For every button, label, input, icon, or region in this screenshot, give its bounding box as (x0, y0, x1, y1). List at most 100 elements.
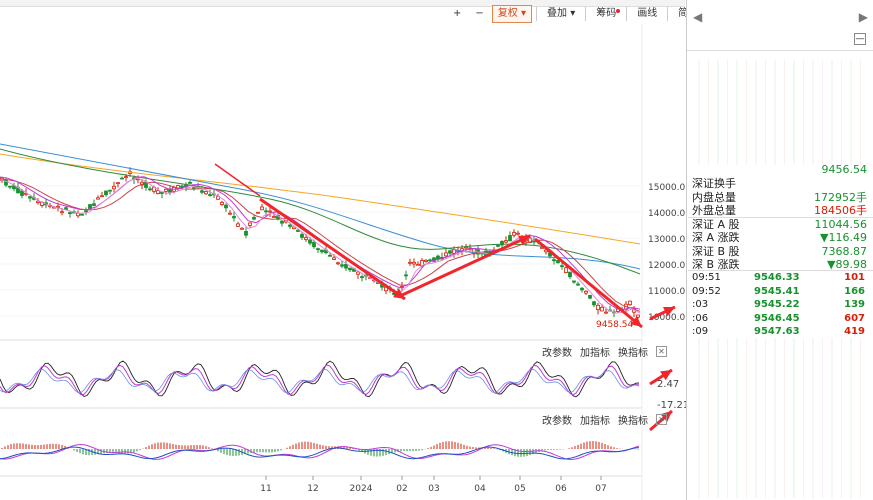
candlestick (188, 181, 192, 184)
zoom-in-button[interactable]: + (447, 5, 467, 23)
stat-label: 深 A 涨跌 (692, 231, 740, 244)
candlestick (404, 274, 408, 277)
candlestick (592, 301, 596, 306)
close-icon[interactable]: ✕ (656, 414, 667, 425)
x-axis-label: 05 (514, 484, 525, 494)
candlestick (496, 244, 500, 247)
candlestick (220, 202, 224, 205)
kline-chart-area[interactable]: 15000.0 14000.0 13000.0 12000.0 11000.0 10000… (0, 24, 689, 500)
edit-params-link[interactable]: 改参数 (542, 344, 572, 359)
candlestick (316, 248, 320, 251)
toolbar-divider (626, 7, 628, 21)
tick-price: 9546.45 (754, 312, 800, 324)
tick-price: 9545.22 (754, 299, 800, 311)
candlestick (228, 212, 232, 215)
stat-label: 深证 B 股 (692, 244, 740, 258)
candlestick (444, 252, 448, 257)
adjust-rights-button[interactable]: 复权 ▾ (491, 5, 532, 23)
x-axis-label: 07 (595, 484, 606, 494)
add-indicator-link[interactable]: 加指标 (580, 344, 610, 359)
candlestick (20, 190, 24, 196)
candlestick (604, 311, 608, 314)
close-icon[interactable]: ✕ (656, 346, 667, 357)
tick-volume: 166 (844, 285, 865, 297)
price-axis-label: 13000.0 (648, 235, 685, 245)
stat-value: 11044.56 (814, 217, 868, 231)
add-indicator-link[interactable]: 加指标 (580, 412, 610, 427)
ma-10-line (0, 176, 641, 310)
candlestick (332, 257, 336, 260)
tick-row: :09 9547.63 419 (690, 325, 871, 338)
tick-volume: 139 (844, 299, 865, 311)
indicator-value-2: -17.21 (657, 400, 690, 411)
stat-row: 深证 A 股 11044.56 (690, 218, 871, 231)
tick-volume: 101 (844, 272, 865, 283)
candlestick (288, 224, 292, 227)
indicator-panel-2-header: 改参数 加指标 换指标 ✕ (542, 412, 667, 427)
stat-row: 深证换手 (690, 177, 871, 190)
candlestick (28, 196, 32, 199)
candlestick (236, 223, 240, 227)
candlestick (240, 227, 244, 230)
candlestick (556, 260, 560, 264)
edit-params-link[interactable]: 改参数 (542, 412, 572, 427)
blurred-quote-area (690, 60, 865, 165)
candlestick (268, 210, 272, 213)
tick-price: 9545.41 (754, 285, 800, 297)
candlestick (200, 190, 204, 193)
stat-label: 深证 A 股 (692, 217, 740, 231)
toolbar-divider (536, 7, 537, 21)
candlestick (588, 294, 592, 299)
candlestick (104, 190, 108, 196)
tick-price: 9546.33 (754, 272, 800, 283)
collapse-icon[interactable]: — (854, 33, 866, 45)
stat-row: 深证 B 股 7368.87 (690, 245, 871, 258)
tick-time: 09:52 (692, 285, 721, 297)
kline-chart-svg[interactable]: 15000.014000.013000.012000.011000.010000… (0, 24, 685, 500)
annotation-arrow-down-shaft (259, 197, 406, 301)
stat-value: 184506手 (814, 204, 867, 217)
tick-row: 09:51 9546.33 101 (690, 271, 871, 284)
candlestick (320, 249, 324, 253)
candlestick (68, 212, 72, 215)
tick-volume: 419 (844, 326, 865, 338)
tick-time: :06 (692, 312, 709, 324)
chevron-left-icon[interactable]: ◀ (693, 10, 702, 24)
switch-indicator-link[interactable]: 换指标 (618, 412, 648, 427)
stat-row: 内盘总量 172952手 (690, 191, 871, 204)
tick-time: 09:51 (692, 272, 721, 283)
draw-line-button[interactable]: 画线 (631, 5, 663, 23)
candlestick (80, 213, 84, 216)
candlestick (424, 259, 428, 262)
candlestick (584, 290, 588, 294)
candlestick (312, 241, 316, 248)
candlestick (540, 247, 544, 249)
candlestick (124, 176, 128, 178)
candlestick (504, 240, 508, 243)
candlestick (416, 263, 420, 266)
kdj-j-line (0, 368, 640, 394)
divider (687, 50, 873, 51)
candlestick (112, 185, 116, 190)
candlestick (600, 306, 604, 312)
candlestick (516, 232, 520, 235)
switch-indicator-link[interactable]: 换指标 (618, 344, 648, 359)
candlestick (300, 233, 304, 238)
overlay-button[interactable]: 叠加 ▾ (541, 5, 581, 23)
x-axis-label: 03 (428, 484, 439, 494)
tick-row: :06 9546.45 607 (690, 312, 871, 325)
zoom-out-button[interactable]: − (469, 5, 489, 23)
candlestick (436, 255, 440, 260)
candlestick (568, 271, 572, 278)
candlestick (88, 204, 92, 209)
candlestick (248, 222, 252, 226)
chips-label: 筹码 (596, 8, 617, 19)
candlestick (100, 195, 104, 198)
tick-time: :03 (692, 299, 709, 311)
chevron-right-icon[interactable]: ▶ (859, 10, 868, 24)
candlestick (208, 194, 212, 196)
notification-dot-icon (616, 9, 621, 13)
chips-button[interactable]: 筹码 (590, 5, 622, 23)
chevron-down-icon: ▾ (570, 8, 576, 19)
tick-time: :09 (692, 326, 709, 338)
